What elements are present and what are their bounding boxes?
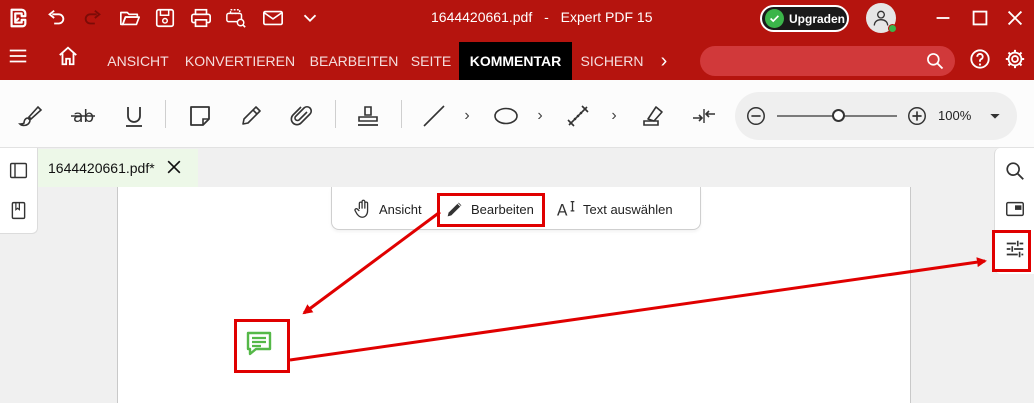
interaction-mode-bar: Ansicht Bearbeiten A Text auswählen [331,187,701,230]
user-avatar[interactable] [866,3,897,33]
window-title: 1644420661.pdf - Expert PDF 15 [431,9,653,25]
measure-distance-icon[interactable] [564,102,592,130]
zoom-control: 100% [735,92,1017,140]
open-folder-icon[interactable] [118,6,142,30]
home-icon[interactable] [56,44,80,68]
tab-bearbeiten[interactable]: BEARBEITEN [304,42,404,80]
measure-options-chevron-icon[interactable]: › [609,106,619,126]
undo-icon[interactable] [44,6,68,30]
search-icon[interactable] [1004,160,1026,182]
settings-gear-icon[interactable] [1003,47,1027,71]
help-icon[interactable] [968,47,992,71]
online-status-dot [888,24,897,33]
sticky-note-icon[interactable] [186,102,214,130]
ribbon-menu-bar: ANSICHT KONVERTIEREN BEARBEITEN SEITE KO… [0,36,1034,80]
close-window-icon[interactable] [1003,6,1027,30]
document-tab-label: 1644420661.pdf* [48,160,155,176]
zoom-dropdown-caret-icon[interactable] [987,108,1003,124]
comment-note-annotation-icon[interactable] [246,331,272,357]
minimize-icon[interactable] [931,6,955,30]
expert-pdf-window: 1644420661.pdf - Expert PDF 15 Upgraden [0,0,1034,403]
zoom-slider-thumb[interactable] [832,109,845,122]
hamburger-menu-icon[interactable] [6,44,30,68]
search-icon[interactable] [925,51,945,71]
comment-toolbar: ab › › › 100% [0,80,1034,148]
select-text-mode-button[interactable]: A Text auswählen [556,195,673,223]
window-title-separator: - [544,9,549,25]
left-side-panel [0,148,38,234]
tab-seite[interactable]: SEITE [408,42,454,80]
underline-icon[interactable] [120,102,148,130]
print-icon[interactable] [189,6,213,30]
customize-quick-access-chevron-down-icon[interactable] [298,6,322,30]
highlight-brush-icon[interactable] [16,102,44,130]
toolbar-divider [335,100,336,128]
zoom-out-icon[interactable] [745,105,767,127]
upgrade-button-label: Upgraden [789,11,846,26]
ellipse-tool-icon[interactable] [492,102,520,130]
title-bar: 1644420661.pdf - Expert PDF 15 Upgraden [0,0,1034,36]
command-search-input[interactable] [712,52,912,70]
zoom-in-icon[interactable] [906,105,928,127]
svg-text:ab: ab [73,107,94,127]
select-text-mode-label: Text auswählen [583,201,673,217]
check-circle-icon [765,9,784,28]
tab-ansicht[interactable]: ANSICHT [98,42,178,80]
line-tool-icon[interactable] [420,102,448,130]
edit-mode-label: Bearbeiten [471,201,534,217]
toolbar-divider [401,100,402,128]
more-tabs-chevron-right-icon[interactable]: › [654,42,674,80]
save-icon[interactable] [153,6,177,30]
print-preview-icon[interactable] [224,6,248,30]
window-title-document: 1644420661.pdf [431,9,533,25]
app-logo-icon [6,6,30,30]
tab-kommentar[interactable]: KOMMENTAR [459,42,572,80]
bookmarks-panel-icon[interactable] [8,200,29,221]
pencil-icon[interactable] [237,102,265,130]
thumbnails-panel-icon[interactable] [8,160,29,181]
view-mode-button[interactable]: Ansicht [352,195,422,223]
close-tab-icon[interactable] [164,157,184,177]
zoom-level-value: 100% [938,108,972,123]
tab-sichern[interactable]: SICHERN [576,42,648,80]
properties-sliders-icon[interactable] [1004,238,1026,260]
strikethrough-icon[interactable]: ab [69,102,97,130]
redo-icon[interactable] [81,6,105,30]
document-tab[interactable]: 1644420661.pdf* [38,149,198,187]
mail-icon[interactable] [261,6,285,30]
view-mode-label: Ansicht [379,201,422,217]
compare-arrows-icon[interactable] [690,102,718,130]
edit-pencil-icon [447,202,462,217]
command-search[interactable] [700,46,955,76]
maximize-icon[interactable] [968,6,992,30]
hand-icon [354,199,369,218]
svg-text:A: A [557,201,568,219]
stamp-icon[interactable] [354,102,382,130]
attachment-paperclip-icon[interactable] [288,102,316,130]
eraser-icon[interactable] [639,102,667,130]
upgrade-button[interactable]: Upgraden [760,5,849,32]
toolbar-divider [165,100,166,128]
pages-panel-icon[interactable] [1004,198,1026,220]
shape-options-chevron-icon[interactable]: › [535,106,545,126]
tab-konvertieren[interactable]: KONVERTIEREN [182,42,298,80]
window-title-app: Expert PDF 15 [560,9,653,25]
edit-mode-button[interactable]: Bearbeiten [444,195,534,223]
line-options-chevron-icon[interactable]: › [462,106,472,126]
right-side-panel [994,148,1034,274]
text-select-icon: A [557,201,575,219]
